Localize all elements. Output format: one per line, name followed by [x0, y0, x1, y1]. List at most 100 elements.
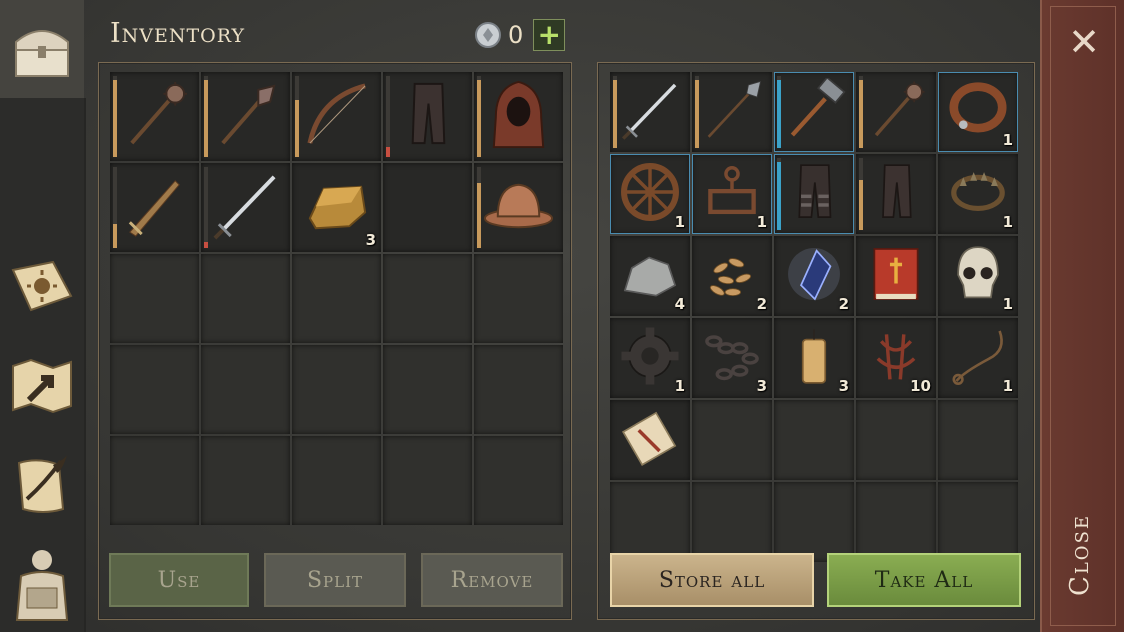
remove-button[interactable]: Remove [421, 553, 563, 607]
inventory-slot[interactable] [383, 436, 472, 525]
sun-book-icon[interactable] [6, 250, 78, 322]
durability-bar [113, 223, 117, 248]
inventory-slot[interactable] [110, 163, 199, 252]
inventory-slot[interactable] [610, 72, 690, 152]
close-button[interactable]: Close [1050, 500, 1110, 610]
inventory-slot[interactable]: 10 [856, 318, 936, 398]
inventory-slot[interactable] [774, 154, 854, 234]
inventory-slot[interactable] [774, 72, 854, 152]
durability-bar [613, 79, 617, 148]
chest-icon[interactable] [6, 14, 78, 86]
mace-icon [130, 81, 188, 145]
inventory-grid: 3 [110, 72, 563, 525]
inventory-slot[interactable] [292, 345, 381, 434]
inventory-slot[interactable]: 2 [692, 236, 772, 316]
inventory-slot[interactable] [292, 72, 381, 161]
close-label: Close [1065, 513, 1096, 597]
inventory-slot[interactable] [692, 482, 772, 562]
inventory-slot[interactable] [474, 163, 563, 252]
inventory-slot[interactable] [856, 236, 936, 316]
inventory-slot[interactable]: 3 [774, 318, 854, 398]
item-count: 4 [674, 295, 685, 313]
scroll-icon [621, 411, 677, 467]
hood-icon [492, 80, 545, 149]
use-button[interactable]: Use [109, 553, 249, 607]
inventory-slot[interactable]: 1 [938, 236, 1018, 316]
inventory-slot[interactable]: 1 [938, 154, 1018, 234]
inventory-slot[interactable] [201, 254, 290, 343]
item-count: 3 [838, 377, 849, 395]
item-count: 1 [1002, 377, 1013, 395]
inventory-slot[interactable]: 1 [938, 72, 1018, 152]
inventory-slot[interactable]: 1 [610, 318, 690, 398]
item-count: 3 [756, 377, 767, 395]
inventory-slot[interactable] [110, 345, 199, 434]
inventory-slot[interactable] [856, 400, 936, 480]
inventory-slot[interactable] [610, 400, 690, 480]
inventory-slot[interactable] [292, 254, 381, 343]
item-count: 3 [365, 231, 376, 249]
inventory-slot[interactable]: 4 [610, 236, 690, 316]
inventory-slot[interactable] [383, 345, 472, 434]
inventory-slot[interactable] [110, 254, 199, 343]
inventory-slot[interactable] [383, 163, 472, 252]
take-all-button[interactable]: Take All [827, 553, 1021, 607]
inventory-slot[interactable] [474, 254, 563, 343]
inventory-slot[interactable] [938, 482, 1018, 562]
crystal-icon [788, 248, 840, 301]
inventory-slot[interactable]: 2 [774, 236, 854, 316]
durability-track [386, 76, 390, 157]
crystal-coin-icon [475, 22, 501, 48]
durability-bar [777, 161, 781, 230]
inventory-slot[interactable]: 3 [692, 318, 772, 398]
inventory-slot[interactable]: 1 [692, 154, 772, 234]
character-backpack-icon[interactable] [6, 548, 78, 621]
inventory-slot[interactable] [774, 482, 854, 562]
split-button[interactable]: Split [264, 553, 406, 607]
anchor-frame-icon [708, 166, 756, 215]
inventory-slot[interactable] [110, 72, 199, 161]
item-count: 1 [674, 213, 685, 231]
inventory-slot[interactable] [201, 345, 290, 434]
store-all-button[interactable]: Store all [610, 553, 814, 607]
inventory-slot[interactable]: 1 [938, 318, 1018, 398]
scroll-quill-icon[interactable] [6, 450, 78, 522]
inventory-slot[interactable] [856, 482, 936, 562]
inventory-slot[interactable] [774, 400, 854, 480]
inventory-slot[interactable] [292, 436, 381, 525]
item-count: 1 [1002, 295, 1013, 313]
inventory-slot[interactable] [383, 254, 472, 343]
inventory-slot[interactable] [383, 72, 472, 161]
gear-icon [621, 327, 679, 385]
skull-icon [957, 246, 999, 299]
rope-icon [952, 330, 1003, 385]
inventory-slot[interactable] [201, 163, 290, 252]
inventory-slot[interactable] [692, 400, 772, 480]
storage-grid: 1 1 1 1 4 2 2 1 1 3 3 10 1 [610, 72, 1018, 562]
inventory-slot[interactable] [692, 72, 772, 152]
sidebar [0, 0, 86, 632]
halberd-icon [707, 80, 762, 138]
inventory-slot[interactable] [474, 72, 563, 161]
inventory-slot[interactable]: 1 [610, 154, 690, 234]
red-book-icon [873, 248, 919, 300]
inventory-slot[interactable] [610, 482, 690, 562]
item-count: 2 [838, 295, 849, 313]
close-icon[interactable]: ✕ [1064, 22, 1104, 62]
item-count: 1 [1002, 131, 1013, 149]
inventory-slot[interactable]: 3 [292, 163, 381, 252]
map-icon[interactable] [6, 350, 78, 422]
long-sword-icon [213, 175, 276, 240]
durability-bar [859, 179, 863, 230]
add-currency-button[interactable]: + [533, 19, 566, 51]
inventory-slot[interactable] [474, 436, 563, 525]
inventory-slot[interactable] [938, 400, 1018, 480]
inventory-slot[interactable] [110, 436, 199, 525]
inventory-slot[interactable] [856, 154, 936, 234]
durability-bar [695, 79, 699, 148]
durability-bar [295, 100, 299, 157]
inventory-slot[interactable] [201, 72, 290, 161]
inventory-slot[interactable] [474, 345, 563, 434]
inventory-slot[interactable] [856, 72, 936, 152]
inventory-slot[interactable] [201, 436, 290, 525]
